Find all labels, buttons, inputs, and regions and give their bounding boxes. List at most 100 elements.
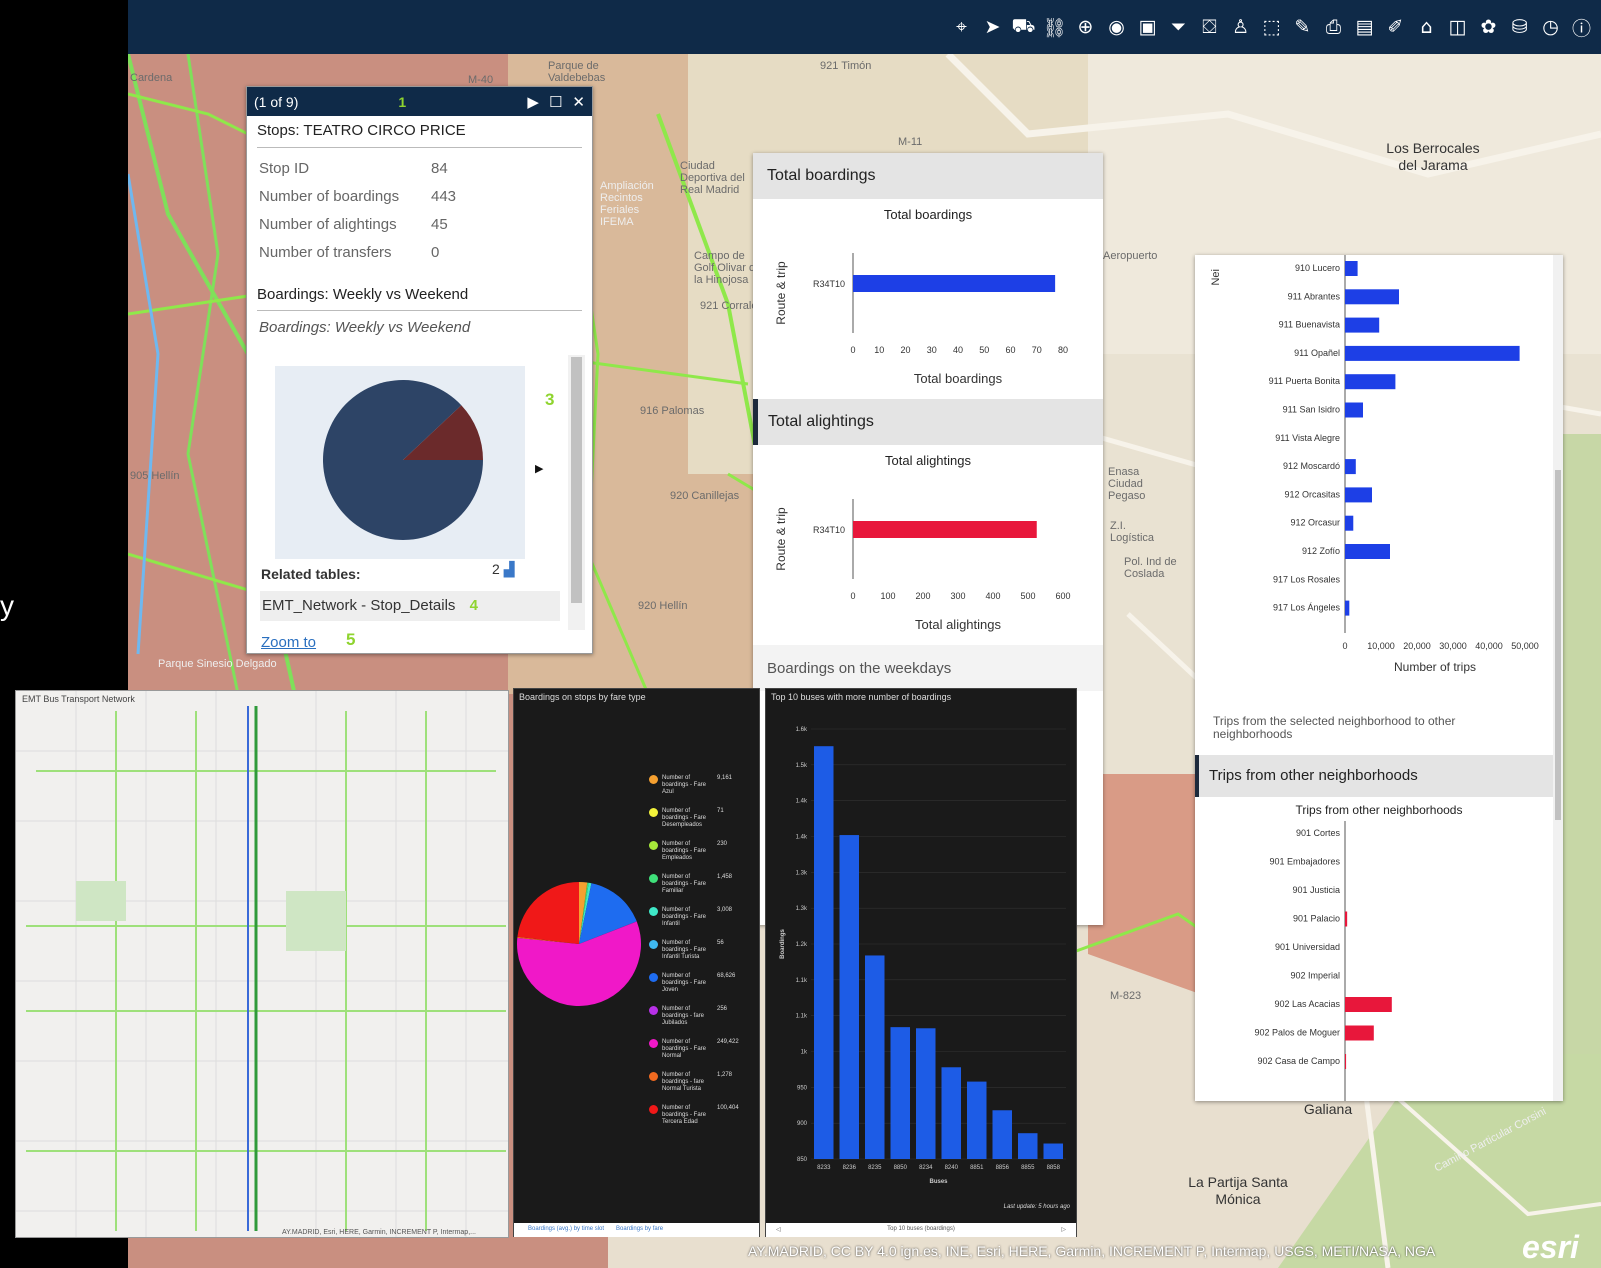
legend-item[interactable]: Number of boardings - Fare Familiar 1,458 (649, 874, 747, 895)
bus-stop-icon[interactable]: ▣ (1132, 7, 1163, 47)
add-icon[interactable]: ⊕ (1070, 7, 1101, 47)
trips-to-svg: Nei 910 Lucero 911 Abrantes 911 Buenavista 9… (1210, 255, 1539, 674)
category-label: 911 San Isidro (1283, 405, 1340, 415)
legend-value: 1,458 (717, 874, 733, 880)
select-icon[interactable]: ⬚ (1256, 7, 1287, 47)
weekly-weekend-pie[interactable] (275, 366, 525, 559)
bar (1345, 911, 1348, 927)
zoom-to-link[interactable]: Zoom to (261, 634, 316, 651)
tick-label: 20 (900, 345, 910, 355)
legend-swatch (649, 841, 658, 850)
tick-label: 500 (1020, 591, 1035, 601)
locate-icon[interactable]: ⌖ (946, 7, 977, 47)
emt-network-map[interactable]: EMT Bus Transport Network AY.MADRID, Esr… (15, 690, 509, 1238)
side-letter: y (0, 590, 14, 621)
pie-next-icon[interactable]: ▶ (535, 462, 543, 475)
transit-icon[interactable]: ⛋ (1194, 7, 1225, 47)
tick-label: 1.2k (796, 942, 808, 948)
bar (1345, 459, 1356, 475)
person-icon[interactable]: ♙ (1225, 7, 1256, 47)
legend-swatch (649, 1006, 658, 1015)
fare-type-panel[interactable]: Boardings on stops by fare type Number o… (513, 688, 760, 1237)
info-icon[interactable]: ⓘ (1566, 7, 1597, 47)
legend-item[interactable]: Number of boardings - Fare Desempleados 7… (649, 808, 747, 829)
category-label: 911 Buenavista (1279, 320, 1340, 330)
right-scrollbar[interactable] (1553, 255, 1563, 1101)
scrollbar-thumb[interactable] (1555, 470, 1561, 820)
tab-top10[interactable]: Top 10 buses (boardings) (887, 1226, 955, 1232)
layer-icon[interactable]: ◫ (1442, 7, 1473, 47)
legend-item[interactable]: Number of boardings - Fare Azul 9,161 (649, 775, 747, 796)
tick-label: 850 (797, 1157, 808, 1163)
tick-label: 900 (797, 1121, 808, 1127)
callout-number-3: 3 (545, 390, 555, 409)
top10-buses-panel[interactable]: Top 10 buses with more number of boardin… (765, 688, 1077, 1237)
scrollbar-thumb[interactable] (571, 357, 582, 603)
popup-fields: Stop ID 84 Number of boardings 443 Number of… (247, 148, 592, 266)
category-label: 8233 (817, 1165, 831, 1171)
bar (916, 1028, 936, 1159)
print-icon[interactable]: ⎙ (1318, 7, 1349, 47)
legend-item[interactable]: Number of boardings - Fare Tercera Edad 1… (649, 1105, 747, 1126)
basemap-icon[interactable]: ✿ (1473, 7, 1504, 47)
maximize-icon[interactable]: ☐ (549, 93, 562, 111)
legend-swatch (649, 907, 658, 916)
weekdays-header[interactable]: Boardings on the weekdays (753, 645, 1103, 691)
legend-item[interactable]: Number of boardings - Fare Infantil Turi… (649, 940, 747, 961)
table-icon[interactable]: ▤ (1349, 7, 1380, 47)
related-count-value: 2 (492, 561, 500, 577)
bar (1018, 1133, 1038, 1159)
tick-label: 0 (1342, 641, 1347, 651)
y-axis-label: Route & trip (774, 261, 788, 325)
tab-time-slot[interactable]: Boardings (avg.) by time slot (528, 1226, 604, 1234)
close-icon[interactable]: ✕ (572, 93, 585, 111)
bus-icon[interactable]: ⛟ (1008, 7, 1039, 47)
legend-item[interactable]: Number of boardings - Fare Infantil 3,008 (649, 907, 747, 928)
fare-slice (517, 882, 579, 944)
bar (1345, 402, 1363, 418)
legend-label: Number of boardings - Fare Empleados (662, 841, 707, 861)
category-label: 8851 (970, 1165, 984, 1171)
directions-icon[interactable]: ➤ (977, 7, 1008, 47)
education-icon[interactable]: ⌂ (1411, 7, 1442, 47)
legend-item[interactable]: Number of boardings - Fare Joven 68,626 (649, 973, 747, 994)
measure-icon[interactable]: ✎ (1287, 7, 1318, 47)
legend-swatch (649, 808, 658, 817)
category-label: 901 Embajadores (1269, 857, 1340, 867)
next-icon[interactable]: ▶ (527, 93, 539, 111)
map-label: 921 Timón (820, 60, 872, 72)
alightings-svg: R34T10 0 100 200 300 400 500 600 Total alighting… (774, 499, 1071, 632)
time-icon[interactable]: ◷ (1535, 7, 1566, 47)
total-alightings-chart: Total alightings R34T10 0 100 200 300 400 500 6… (753, 445, 1103, 645)
stats-icon[interactable]: ⛁ (1504, 7, 1535, 47)
edit-icon[interactable]: ✐ (1380, 7, 1411, 47)
total-boardings-header[interactable]: Total boardings (753, 153, 1103, 199)
filter-icon[interactable]: ⏷ (1163, 7, 1194, 47)
field-row: Number of alightings 45 (247, 210, 592, 238)
next-icon[interactable]: ▷ (1061, 1226, 1066, 1233)
field-row: Number of boardings 443 (247, 182, 592, 210)
legend-item[interactable]: Number of boardings - Fare Empleados 230 (649, 841, 747, 862)
field-value: 443 (431, 187, 457, 205)
related-table-item[interactable]: EMT_Network - Stop_Details 4 (260, 591, 560, 621)
legend-item[interactable]: Number of boardings - fare Normal Turist… (649, 1072, 747, 1093)
emt-map-title: EMT Bus Transport Network (22, 694, 135, 704)
tick-label: 10 (874, 345, 884, 355)
link-icon[interactable]: ⛓ (1039, 7, 1070, 47)
tick-label: 10,000 (1367, 641, 1395, 651)
tick-label: 1.6k (796, 727, 808, 733)
map-label: M-11 (898, 136, 923, 148)
legend-item[interactable]: Number of boardings - fare Jubilados 256 (649, 1006, 747, 1027)
map-label: Enasa Ciudad Pegaso (1108, 466, 1146, 502)
neighborhood-trips-panel[interactable]: Nei 910 Lucero 911 Abrantes 911 Buenavista 9… (1195, 255, 1563, 1101)
bar (1043, 1143, 1063, 1159)
total-alightings-header[interactable]: Total alightings (753, 399, 1103, 445)
bar (890, 1027, 910, 1159)
legend-item[interactable]: Number of boardings - Fare Normal 249,422 (649, 1039, 747, 1060)
prev-icon[interactable]: ◁ (776, 1226, 781, 1233)
popup-scrollbar[interactable] (568, 355, 585, 630)
tick-label: 0 (850, 591, 855, 601)
trips-from-header[interactable]: Trips from other neighborhoods (1195, 755, 1553, 797)
bookmark-icon[interactable]: ◉ (1101, 7, 1132, 47)
tab-by-fare[interactable]: Boardings by fare (616, 1226, 663, 1234)
